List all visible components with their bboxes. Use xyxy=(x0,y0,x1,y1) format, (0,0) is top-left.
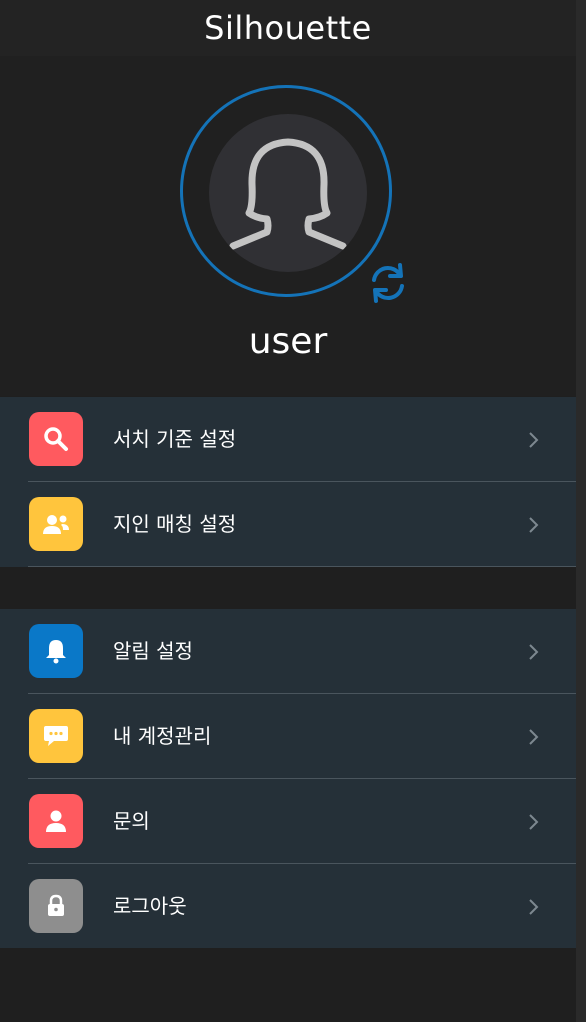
chevron-right-icon xyxy=(529,517,539,533)
chevron-right-icon xyxy=(529,729,539,745)
person-icon xyxy=(29,794,83,848)
settings-group-1: 서치 기준 설정 지인 매칭 설정 xyxy=(0,397,576,567)
chat-bubble-icon xyxy=(29,709,83,763)
profile-section: user xyxy=(0,56,576,396)
chevron-right-icon xyxy=(529,432,539,448)
menu-item-search-criteria[interactable]: 서치 기준 설정 xyxy=(0,397,576,482)
chevron-right-icon xyxy=(529,899,539,915)
scroll-edge xyxy=(576,0,586,1022)
menu-item-notifications[interactable]: 알림 설정 xyxy=(0,609,576,694)
divider xyxy=(28,566,576,567)
menu-item-label: 내 계정관리 xyxy=(113,724,212,748)
menu-item-friend-matching[interactable]: 지인 매칭 설정 xyxy=(0,482,576,567)
chevron-right-icon xyxy=(529,644,539,660)
lock-icon xyxy=(29,879,83,933)
menu-item-label: 알림 설정 xyxy=(113,639,193,663)
app-title: Silhouette xyxy=(204,9,372,47)
bell-icon xyxy=(29,624,83,678)
avatar[interactable] xyxy=(209,114,367,272)
username: user xyxy=(248,321,328,362)
menu-item-label: 서치 기준 설정 xyxy=(113,427,237,451)
search-icon xyxy=(29,412,83,466)
menu-item-logout[interactable]: 로그아웃 xyxy=(0,864,576,949)
app-screen: Silhouette user 서치 기준 설정 지인 매칭 설정 알림 설정 … xyxy=(0,0,586,1022)
silhouette-icon xyxy=(229,138,347,250)
people-icon xyxy=(29,497,83,551)
menu-item-label: 문의 xyxy=(113,809,150,833)
title-bar: Silhouette xyxy=(0,0,576,56)
settings-group-2: 알림 설정 내 계정관리 문의 로그아웃 xyxy=(0,609,576,948)
menu-item-label: 로그아웃 xyxy=(113,894,187,918)
menu-item-account-management[interactable]: 내 계정관리 xyxy=(0,694,576,779)
menu-item-label: 지인 매칭 설정 xyxy=(113,512,237,536)
refresh-icon[interactable] xyxy=(365,260,411,306)
menu-item-inquiry[interactable]: 문의 xyxy=(0,779,576,864)
chevron-right-icon xyxy=(529,814,539,830)
